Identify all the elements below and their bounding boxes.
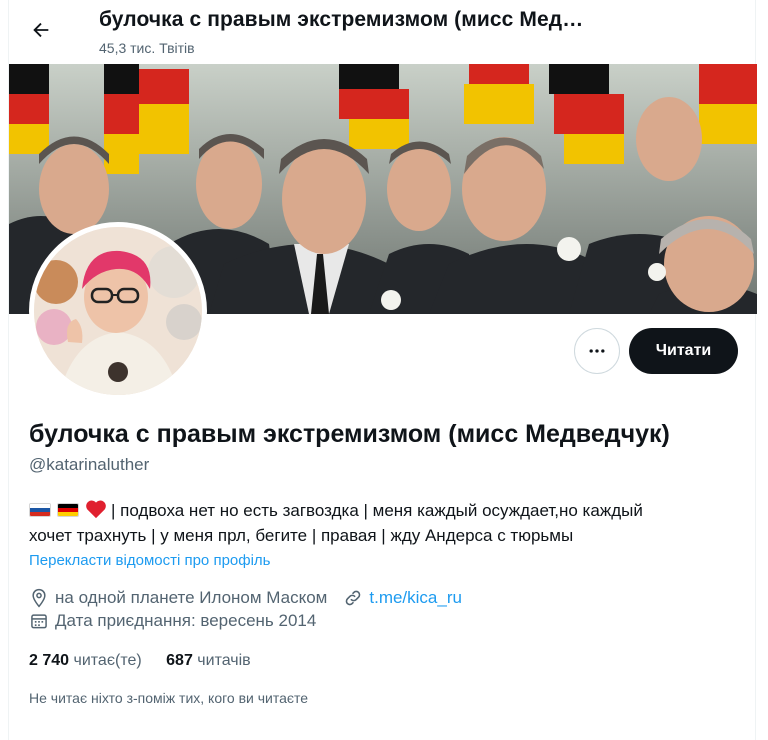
- profile-website-link[interactable]: t.me/kica_ru: [369, 588, 462, 608]
- bio-line-1: | подвоха нет но есть загвоздка | меня к…: [29, 498, 729, 523]
- profile-location: на одной планете Илоном Маском: [55, 588, 328, 607]
- calendar-icon: [31, 614, 47, 629]
- followers-you-know-note: Не читає ніхто з-поміж тих, кого ви чита…: [29, 690, 309, 706]
- profile-avatar[interactable]: [29, 222, 207, 400]
- header-title: булочка с правым экстремизмом (мисс Мед…: [99, 8, 584, 31]
- back-arrow-icon[interactable]: [23, 12, 59, 48]
- profile-page: булочка с правым экстремизмом (мисс Мед……: [8, 0, 757, 740]
- profile-bio: | подвоха нет но есть загвоздка | меня к…: [29, 498, 729, 548]
- followers-stat[interactable]: 687 читачів: [166, 652, 251, 670]
- translate-bio-link[interactable]: Перекласти відомості про профіль: [29, 552, 271, 569]
- germany-flag-icon: [57, 503, 79, 517]
- link-icon: [346, 590, 361, 606]
- header-tweets-count: 45,3 тис. Твітів: [99, 40, 195, 56]
- profile-handle: @katarinaluther: [29, 455, 150, 474]
- profile-joined-row: Дата приєднання: вересень 2014: [29, 611, 316, 631]
- profile-meta-row: на одной планете Илоном Маском t.me/kica…: [29, 588, 462, 608]
- more-horizontal-icon: [589, 349, 605, 353]
- follow-button[interactable]: Читати: [629, 328, 738, 374]
- following-label: читає(те): [73, 652, 142, 669]
- russia-flag-icon: [29, 503, 51, 517]
- following-count: 2 740: [29, 652, 70, 669]
- bio-text-line-2: хочет трахнуть | у меня прл, бегите | пр…: [29, 526, 574, 545]
- profile-joined-date: Дата приєднання: вересень 2014: [55, 611, 317, 630]
- location-pin-icon: [32, 588, 46, 608]
- following-stat[interactable]: 2 740 читає(те): [29, 652, 142, 670]
- followers-count: 687: [166, 652, 193, 669]
- red-heart-icon: [86, 500, 106, 519]
- followers-label: читачів: [197, 652, 251, 669]
- profile-stats: 2 740 читає(те) 687 читачів: [29, 652, 271, 670]
- bio-text-line-1: | подвоха нет но есть загвоздка | меня к…: [111, 501, 643, 520]
- profile-header-bar: булочка с правым экстремизмом (мисс Мед……: [9, 0, 757, 62]
- profile-display-name: булочка с правым экстремизмом (мисс Медв…: [29, 420, 670, 448]
- more-options-button[interactable]: [574, 328, 620, 374]
